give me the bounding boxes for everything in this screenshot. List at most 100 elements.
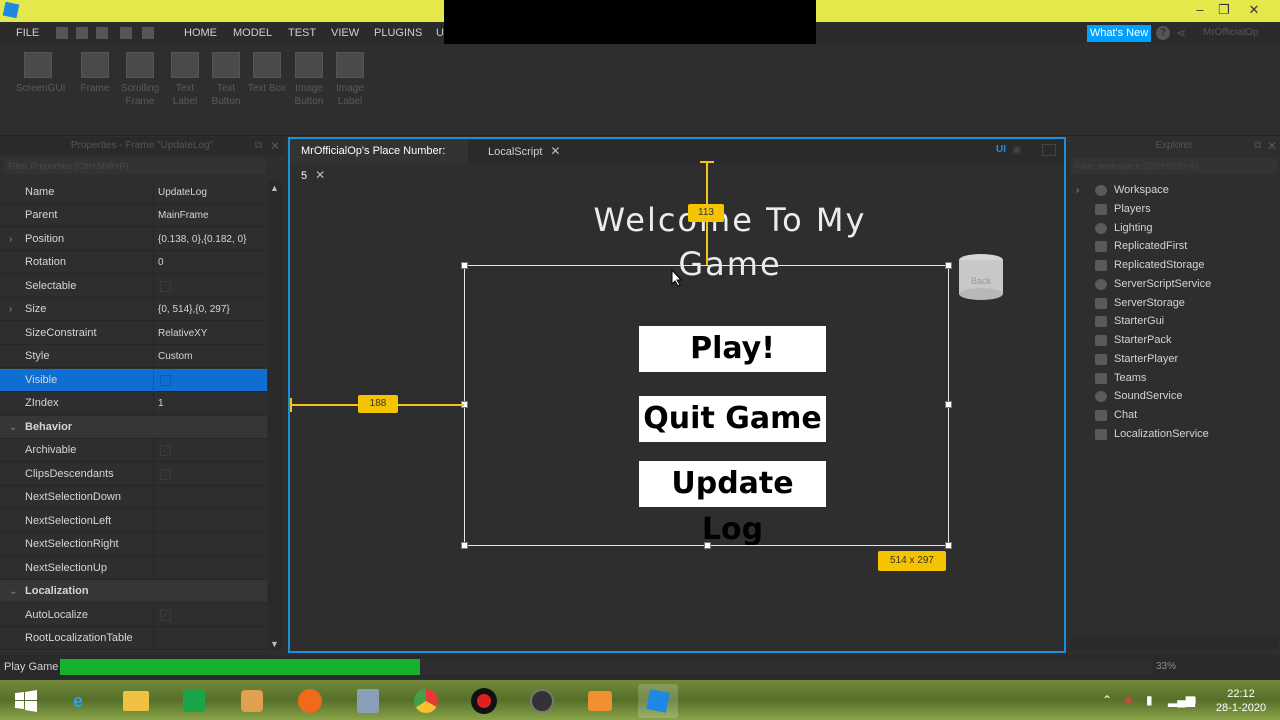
- clock[interactable]: 22:12 28-1-2020: [1212, 687, 1270, 715]
- property-row[interactable]: SizeConstraint RelativeXY: [0, 322, 267, 345]
- property-row[interactable]: Selectable: [0, 275, 267, 298]
- archivable-checkbox[interactable]: ✓: [160, 445, 171, 456]
- explorer-item-teams[interactable]: Teams: [1068, 369, 1280, 388]
- resize-handle[interactable]: [461, 542, 468, 549]
- scrolling-frame-tool[interactable]: Scrolling Frame: [118, 52, 162, 108]
- antivirus-icon[interactable]: ◈: [1124, 693, 1133, 707]
- property-row-selected[interactable]: Visible: [0, 369, 267, 392]
- section-header-behavior[interactable]: ⌄ Behavior: [0, 416, 267, 439]
- explorer-item-serverstorage[interactable]: ServerStorage: [1068, 294, 1280, 313]
- explorer-scrollbar[interactable]: [1070, 637, 1278, 649]
- back-part[interactable]: Back: [955, 250, 1007, 302]
- frame-tool[interactable]: Frame: [73, 52, 117, 95]
- explorer-item-replicatedfirst[interactable]: ReplicatedFirst: [1068, 237, 1280, 256]
- chrome-icon[interactable]: [406, 684, 446, 718]
- new-file-icon[interactable]: [56, 27, 68, 39]
- property-row[interactable]: Name UpdateLog: [0, 181, 267, 204]
- selection-box[interactable]: [464, 265, 949, 546]
- screengui-tool[interactable]: ScreenGUI: [16, 52, 65, 95]
- property-row[interactable]: Parent MainFrame: [0, 204, 267, 227]
- internet-explorer-icon[interactable]: e: [58, 684, 98, 718]
- expand-icon[interactable]: ›: [1076, 181, 1079, 200]
- text-box-tool[interactable]: Text Box: [245, 52, 289, 95]
- resize-handle[interactable]: [945, 542, 952, 549]
- explorer-item-startergui[interactable]: StarterGui: [1068, 312, 1280, 331]
- tab-test[interactable]: TEST: [288, 22, 316, 44]
- scroll-up-icon[interactable]: ▲: [270, 183, 279, 193]
- file-explorer-icon[interactable]: [116, 684, 156, 718]
- collapse-icon[interactable]: ⌄: [9, 580, 17, 603]
- image-label-tool[interactable]: Image Label: [328, 52, 372, 108]
- property-row[interactable]: Style Custom: [0, 345, 267, 368]
- store-icon[interactable]: [174, 684, 214, 718]
- resize-handle[interactable]: [704, 542, 711, 549]
- property-row[interactable]: RootLocalizationTable: [0, 627, 267, 650]
- file-menu[interactable]: FILE: [16, 22, 39, 44]
- property-row[interactable]: NextSelectionRight: [0, 533, 267, 556]
- auto-localize-checkbox[interactable]: ✓: [160, 610, 171, 621]
- text-label-tool[interactable]: Text Label: [163, 52, 207, 108]
- text-button-tool[interactable]: Text Button: [204, 52, 248, 108]
- explorer-item-lighting[interactable]: Lighting: [1068, 219, 1280, 238]
- publish-icon[interactable]: [120, 27, 132, 39]
- explorer-item-workspace[interactable]: › Workspace: [1068, 181, 1280, 200]
- close-window-icon[interactable]: ✕: [1240, 0, 1268, 22]
- tab-localscript[interactable]: LocalScript ✕: [477, 139, 567, 163]
- resize-handle[interactable]: [945, 262, 952, 269]
- video-editor-icon[interactable]: [580, 684, 620, 718]
- undo-icon[interactable]: [76, 27, 88, 39]
- explorer-item-localizationservice[interactable]: LocalizationService: [1068, 425, 1280, 444]
- eye-icon[interactable]: ◉: [1012, 143, 1022, 156]
- media-player-icon[interactable]: [522, 684, 562, 718]
- close-icon[interactable]: ✕: [1267, 137, 1277, 155]
- pin-icon[interactable]: ⧉: [255, 137, 262, 155]
- explorer-item-replicatedstorage[interactable]: ReplicatedStorage: [1068, 256, 1280, 275]
- share-icon[interactable]: ⋖: [1176, 26, 1190, 40]
- tab-ui[interactable]: U: [436, 22, 444, 44]
- property-row[interactable]: › Position {0.138, 0},{0.182, 0}: [0, 228, 267, 251]
- save-icon[interactable]: [142, 27, 154, 39]
- user-name[interactable]: MrOfficialOp: [1203, 22, 1258, 44]
- explorer-item-starterpack[interactable]: StarterPack: [1068, 331, 1280, 350]
- property-row[interactable]: › Size {0, 514},{0, 297}: [0, 298, 267, 321]
- firefox-icon[interactable]: [290, 684, 330, 718]
- roblox-studio-taskbar-icon[interactable]: [638, 684, 678, 718]
- property-row[interactable]: NextSelectionLeft: [0, 510, 267, 533]
- clips-descendants-checkbox[interactable]: [160, 469, 171, 480]
- selectable-checkbox[interactable]: [160, 281, 171, 292]
- redo-icon[interactable]: [96, 27, 108, 39]
- property-row[interactable]: AutoLocalize ✓: [0, 604, 267, 627]
- battery-icon[interactable]: ▮: [1146, 693, 1153, 707]
- image-button-tool[interactable]: Image Button: [287, 52, 331, 108]
- properties-filter-input[interactable]: Filter Properties (Ctrl+Shift+P): [4, 158, 266, 174]
- explorer-item-serverscriptservice[interactable]: ServerScriptService: [1068, 275, 1280, 294]
- section-header-localization[interactable]: ⌄ Localization: [0, 580, 267, 603]
- resize-handle[interactable]: [461, 262, 468, 269]
- tab-view[interactable]: VIEW: [331, 22, 359, 44]
- ui-visibility-toggle[interactable]: UI: [996, 144, 1006, 155]
- explorer-item-starterplayer[interactable]: StarterPlayer: [1068, 350, 1280, 369]
- document-icon[interactable]: [348, 684, 388, 718]
- collapse-icon[interactable]: ⌄: [9, 416, 17, 439]
- help-icon[interactable]: ?: [1156, 26, 1170, 40]
- tray-expand-icon[interactable]: ⌃: [1102, 693, 1112, 707]
- property-row[interactable]: NextSelectionDown: [0, 486, 267, 509]
- property-row[interactable]: Rotation 0: [0, 251, 267, 274]
- expand-icon[interactable]: ›: [9, 228, 12, 251]
- restore-window-icon[interactable]: ❐: [1210, 0, 1238, 22]
- tab-plugins[interactable]: PLUGINS: [374, 22, 422, 44]
- tab-place[interactable]: MrOfficialOp's Place Number: 5 ✕: [290, 139, 468, 182]
- property-row[interactable]: ZIndex 1: [0, 392, 267, 415]
- maximize-icon[interactable]: [1042, 144, 1056, 156]
- network-icon[interactable]: ▂▄▆: [1168, 693, 1195, 707]
- volume-icon[interactable]: 🔈︎: [1192, 693, 1199, 708]
- close-icon[interactable]: ✕: [270, 137, 280, 155]
- property-row[interactable]: NextSelectionUp: [0, 557, 267, 580]
- property-row[interactable]: Archivable ✓: [0, 439, 267, 462]
- windows-start-icon[interactable]: [6, 684, 46, 718]
- explorer-item-players[interactable]: Players: [1068, 200, 1280, 219]
- tab-model[interactable]: MODEL: [233, 22, 272, 44]
- scroll-down-icon[interactable]: ▼: [270, 639, 279, 649]
- close-tab-icon[interactable]: ✕: [315, 168, 325, 182]
- expand-icon[interactable]: ›: [9, 298, 12, 321]
